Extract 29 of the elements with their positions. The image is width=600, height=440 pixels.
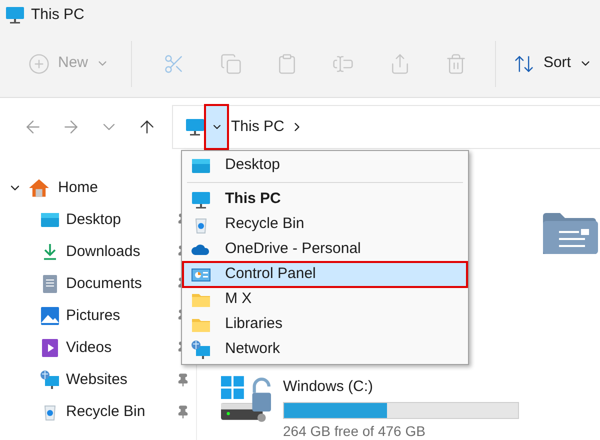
address-bar[interactable]: This PC <box>172 105 600 149</box>
menu-item[interactable]: Network <box>183 337 467 362</box>
menu-item[interactable]: Control Panel <box>183 262 467 287</box>
document-icon <box>40 274 60 294</box>
drive-name: Windows (C:) <box>283 377 374 397</box>
video-icon <box>40 338 60 358</box>
network-icon <box>191 340 211 360</box>
menu-item[interactable]: Recycle Bin <box>183 212 467 237</box>
monitor-icon <box>5 5 25 25</box>
monitor-icon <box>185 117 205 137</box>
network-icon <box>40 370 60 390</box>
menu-item[interactable]: Libraries <box>183 312 467 337</box>
window-title: This PC <box>31 4 84 25</box>
drive-space: 264 GB free of 476 GB <box>283 422 426 440</box>
desktop-icon <box>40 210 60 230</box>
plus-icon <box>28 52 50 74</box>
monitor-icon <box>191 190 211 210</box>
sort-button[interactable]: Sort <box>505 46 600 82</box>
trash-icon <box>445 52 468 74</box>
copy-icon <box>220 52 242 74</box>
sidebar-item[interactable]: Websites <box>0 364 196 396</box>
location-dropdown-button[interactable] <box>206 106 227 148</box>
home-icon <box>28 177 50 199</box>
menu-item[interactable]: M X <box>183 287 467 312</box>
menu-item[interactable]: OneDrive - Personal <box>183 237 467 262</box>
sidebar-item[interactable]: Recycle Bin <box>0 396 196 428</box>
pictures-icon <box>40 306 60 326</box>
breadcrumb[interactable]: This PC <box>231 116 284 138</box>
drive-icon <box>221 376 271 422</box>
